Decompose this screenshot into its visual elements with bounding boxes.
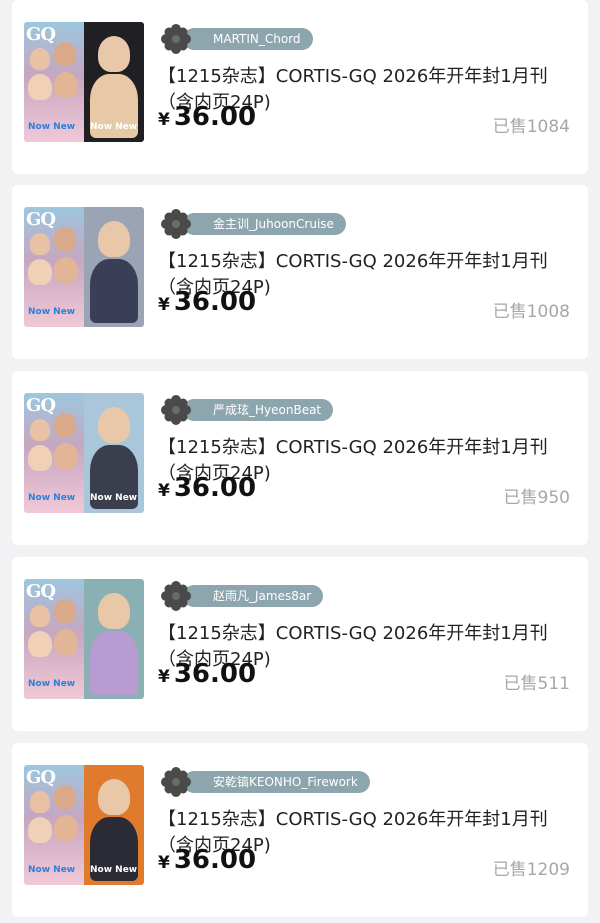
cover-figure (54, 257, 78, 283)
product-card[interactable]: GQ Now New (12, 557, 588, 731)
cover-figure (54, 815, 78, 841)
cover-text-left: Now New (28, 307, 76, 317)
gq-logo: GQ (26, 395, 56, 416)
sold-count: 已售511 (503, 674, 570, 694)
seller-name: 安乾镐KEONHO_Firework (183, 771, 370, 793)
product-list: GQ Now New Now New MARTIN_Chord 【1215杂志】… (0, 0, 600, 923)
cover-figure (90, 631, 138, 695)
cover-figure (54, 599, 76, 623)
product-card[interactable]: GQ Now New (12, 185, 588, 359)
seller-badge[interactable]: 赵雨凡_James8ar (161, 581, 324, 611)
cover-figure (28, 631, 52, 657)
cover-text-left: Now New (28, 493, 76, 503)
cover-figure (90, 259, 138, 323)
cover-left-panel: GQ Now New (24, 579, 84, 699)
gq-logo: GQ (26, 581, 56, 602)
product-card[interactable]: GQ Now New Now New (12, 0, 588, 174)
flower-badge-icon (161, 209, 191, 239)
product-cover-image[interactable]: GQ Now New (24, 207, 144, 327)
cover-figure (98, 407, 130, 443)
cover-text-right: Now New (90, 122, 138, 132)
cover-figure (28, 817, 52, 843)
flower-badge-icon (161, 24, 191, 54)
currency-symbol: ¥ (158, 295, 170, 315)
product-cover-image[interactable]: GQ Now New Now New (24, 22, 144, 142)
cover-figure (30, 605, 50, 627)
product-price: ¥ 36.00 (158, 659, 256, 689)
cover-left-panel: GQ Now New (24, 765, 84, 885)
sold-count: 已售950 (503, 488, 570, 508)
cover-figure (28, 259, 52, 285)
seller-badge[interactable]: MARTIN_Chord (161, 24, 313, 54)
seller-badge[interactable]: 严成玹_HyeonBeat (161, 395, 334, 425)
price-amount: 36.00 (173, 845, 257, 875)
product-card[interactable]: GQ Now New Now New (12, 743, 588, 917)
seller-badge[interactable]: 金主训_JuhoonCruise (161, 209, 346, 239)
gq-logo: GQ (26, 209, 56, 230)
sold-count: 已售1008 (492, 302, 570, 322)
cover-figure (54, 42, 76, 66)
product-price: ¥ 36.00 (158, 845, 256, 875)
cover-figure (28, 445, 52, 471)
seller-name: MARTIN_Chord (183, 28, 313, 50)
product-price: ¥ 36.00 (158, 287, 256, 317)
product-cover-image[interactable]: GQ Now New (24, 579, 144, 699)
cover-figure (54, 785, 76, 809)
cover-right-panel (84, 579, 144, 699)
cover-figure (98, 593, 130, 629)
cover-right-panel (84, 207, 144, 327)
flower-badge-icon (161, 767, 191, 797)
cover-text-left: Now New (28, 865, 76, 875)
cover-right-panel: Now New (84, 22, 144, 142)
cover-figure (30, 233, 50, 255)
seller-name: 赵雨凡_James8ar (183, 585, 324, 607)
gq-logo: GQ (26, 767, 56, 788)
product-cover-image[interactable]: GQ Now New Now New (24, 393, 144, 513)
product-price: ¥ 36.00 (158, 473, 256, 503)
cover-left-panel: GQ Now New (24, 393, 84, 513)
cover-left-panel: GQ Now New (24, 22, 84, 142)
cover-text-right: Now New (90, 865, 138, 875)
price-amount: 36.00 (173, 287, 257, 317)
currency-symbol: ¥ (158, 853, 170, 873)
gq-logo: GQ (26, 24, 56, 45)
product-card[interactable]: GQ Now New Now New (12, 371, 588, 545)
currency-symbol: ¥ (158, 110, 170, 130)
cover-figure (54, 629, 78, 655)
cover-figure (54, 72, 78, 98)
seller-name: 严成玹_HyeonBeat (183, 399, 334, 421)
price-amount: 36.00 (173, 473, 257, 503)
product-price: ¥ 36.00 (158, 102, 256, 132)
cover-figure (30, 48, 50, 70)
price-amount: 36.00 (173, 102, 257, 132)
cover-figure (54, 227, 76, 251)
flower-badge-icon (161, 395, 191, 425)
cover-left-panel: GQ Now New (24, 207, 84, 327)
cover-figure (54, 413, 76, 437)
cover-right-panel: Now New (84, 765, 144, 885)
cover-figure (28, 74, 52, 100)
sold-count: 已售1084 (492, 117, 570, 137)
sold-count: 已售1209 (492, 860, 570, 880)
cover-text-right: Now New (90, 493, 138, 503)
flower-badge-icon (161, 581, 191, 611)
cover-figure (30, 419, 50, 441)
cover-figure (54, 443, 78, 469)
cover-figure (98, 36, 130, 72)
cover-figure (98, 221, 130, 257)
currency-symbol: ¥ (158, 481, 170, 501)
seller-badge[interactable]: 安乾镐KEONHO_Firework (161, 767, 370, 797)
price-amount: 36.00 (173, 659, 257, 689)
cover-text-left: Now New (28, 122, 76, 132)
currency-symbol: ¥ (158, 667, 170, 687)
cover-text-left: Now New (28, 679, 76, 689)
cover-figure (30, 791, 50, 813)
product-cover-image[interactable]: GQ Now New Now New (24, 765, 144, 885)
seller-name: 金主训_JuhoonCruise (183, 213, 346, 235)
cover-right-panel: Now New (84, 393, 144, 513)
cover-figure (98, 779, 130, 815)
